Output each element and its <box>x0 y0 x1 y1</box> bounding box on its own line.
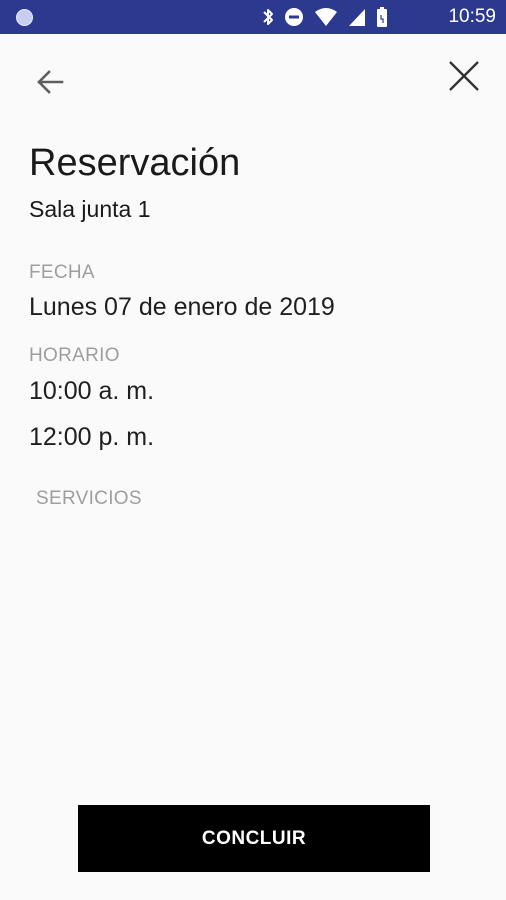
status-icons <box>262 7 388 27</box>
date-label: FECHA <box>29 262 95 283</box>
end-time-value: 12:00 p. m. <box>29 423 155 451</box>
do-not-disturb-icon <box>285 8 303 26</box>
services-label: SERVICIOS <box>36 488 142 509</box>
status-bar: 10:59 <box>0 0 506 34</box>
conclude-button[interactable]: CONCLUIR <box>78 805 430 872</box>
date-value: Lunes 07 de enero de 2019 <box>29 293 335 321</box>
page-title: Reservación <box>29 142 241 184</box>
close-button[interactable] <box>440 52 488 100</box>
room-name: Sala junta 1 <box>29 196 151 222</box>
back-button[interactable] <box>26 58 74 106</box>
battery-icon <box>377 7 387 27</box>
signal-icon <box>349 9 365 26</box>
app-indicator-icon <box>16 9 33 26</box>
status-time: 10:59 <box>448 6 496 27</box>
close-icon <box>449 61 479 91</box>
arrow-left-icon <box>37 70 64 94</box>
start-time-value: 10:00 a. m. <box>29 377 155 405</box>
bluetooth-icon <box>263 9 273 25</box>
wifi-icon <box>315 8 337 26</box>
time-label: HORARIO <box>29 345 120 366</box>
